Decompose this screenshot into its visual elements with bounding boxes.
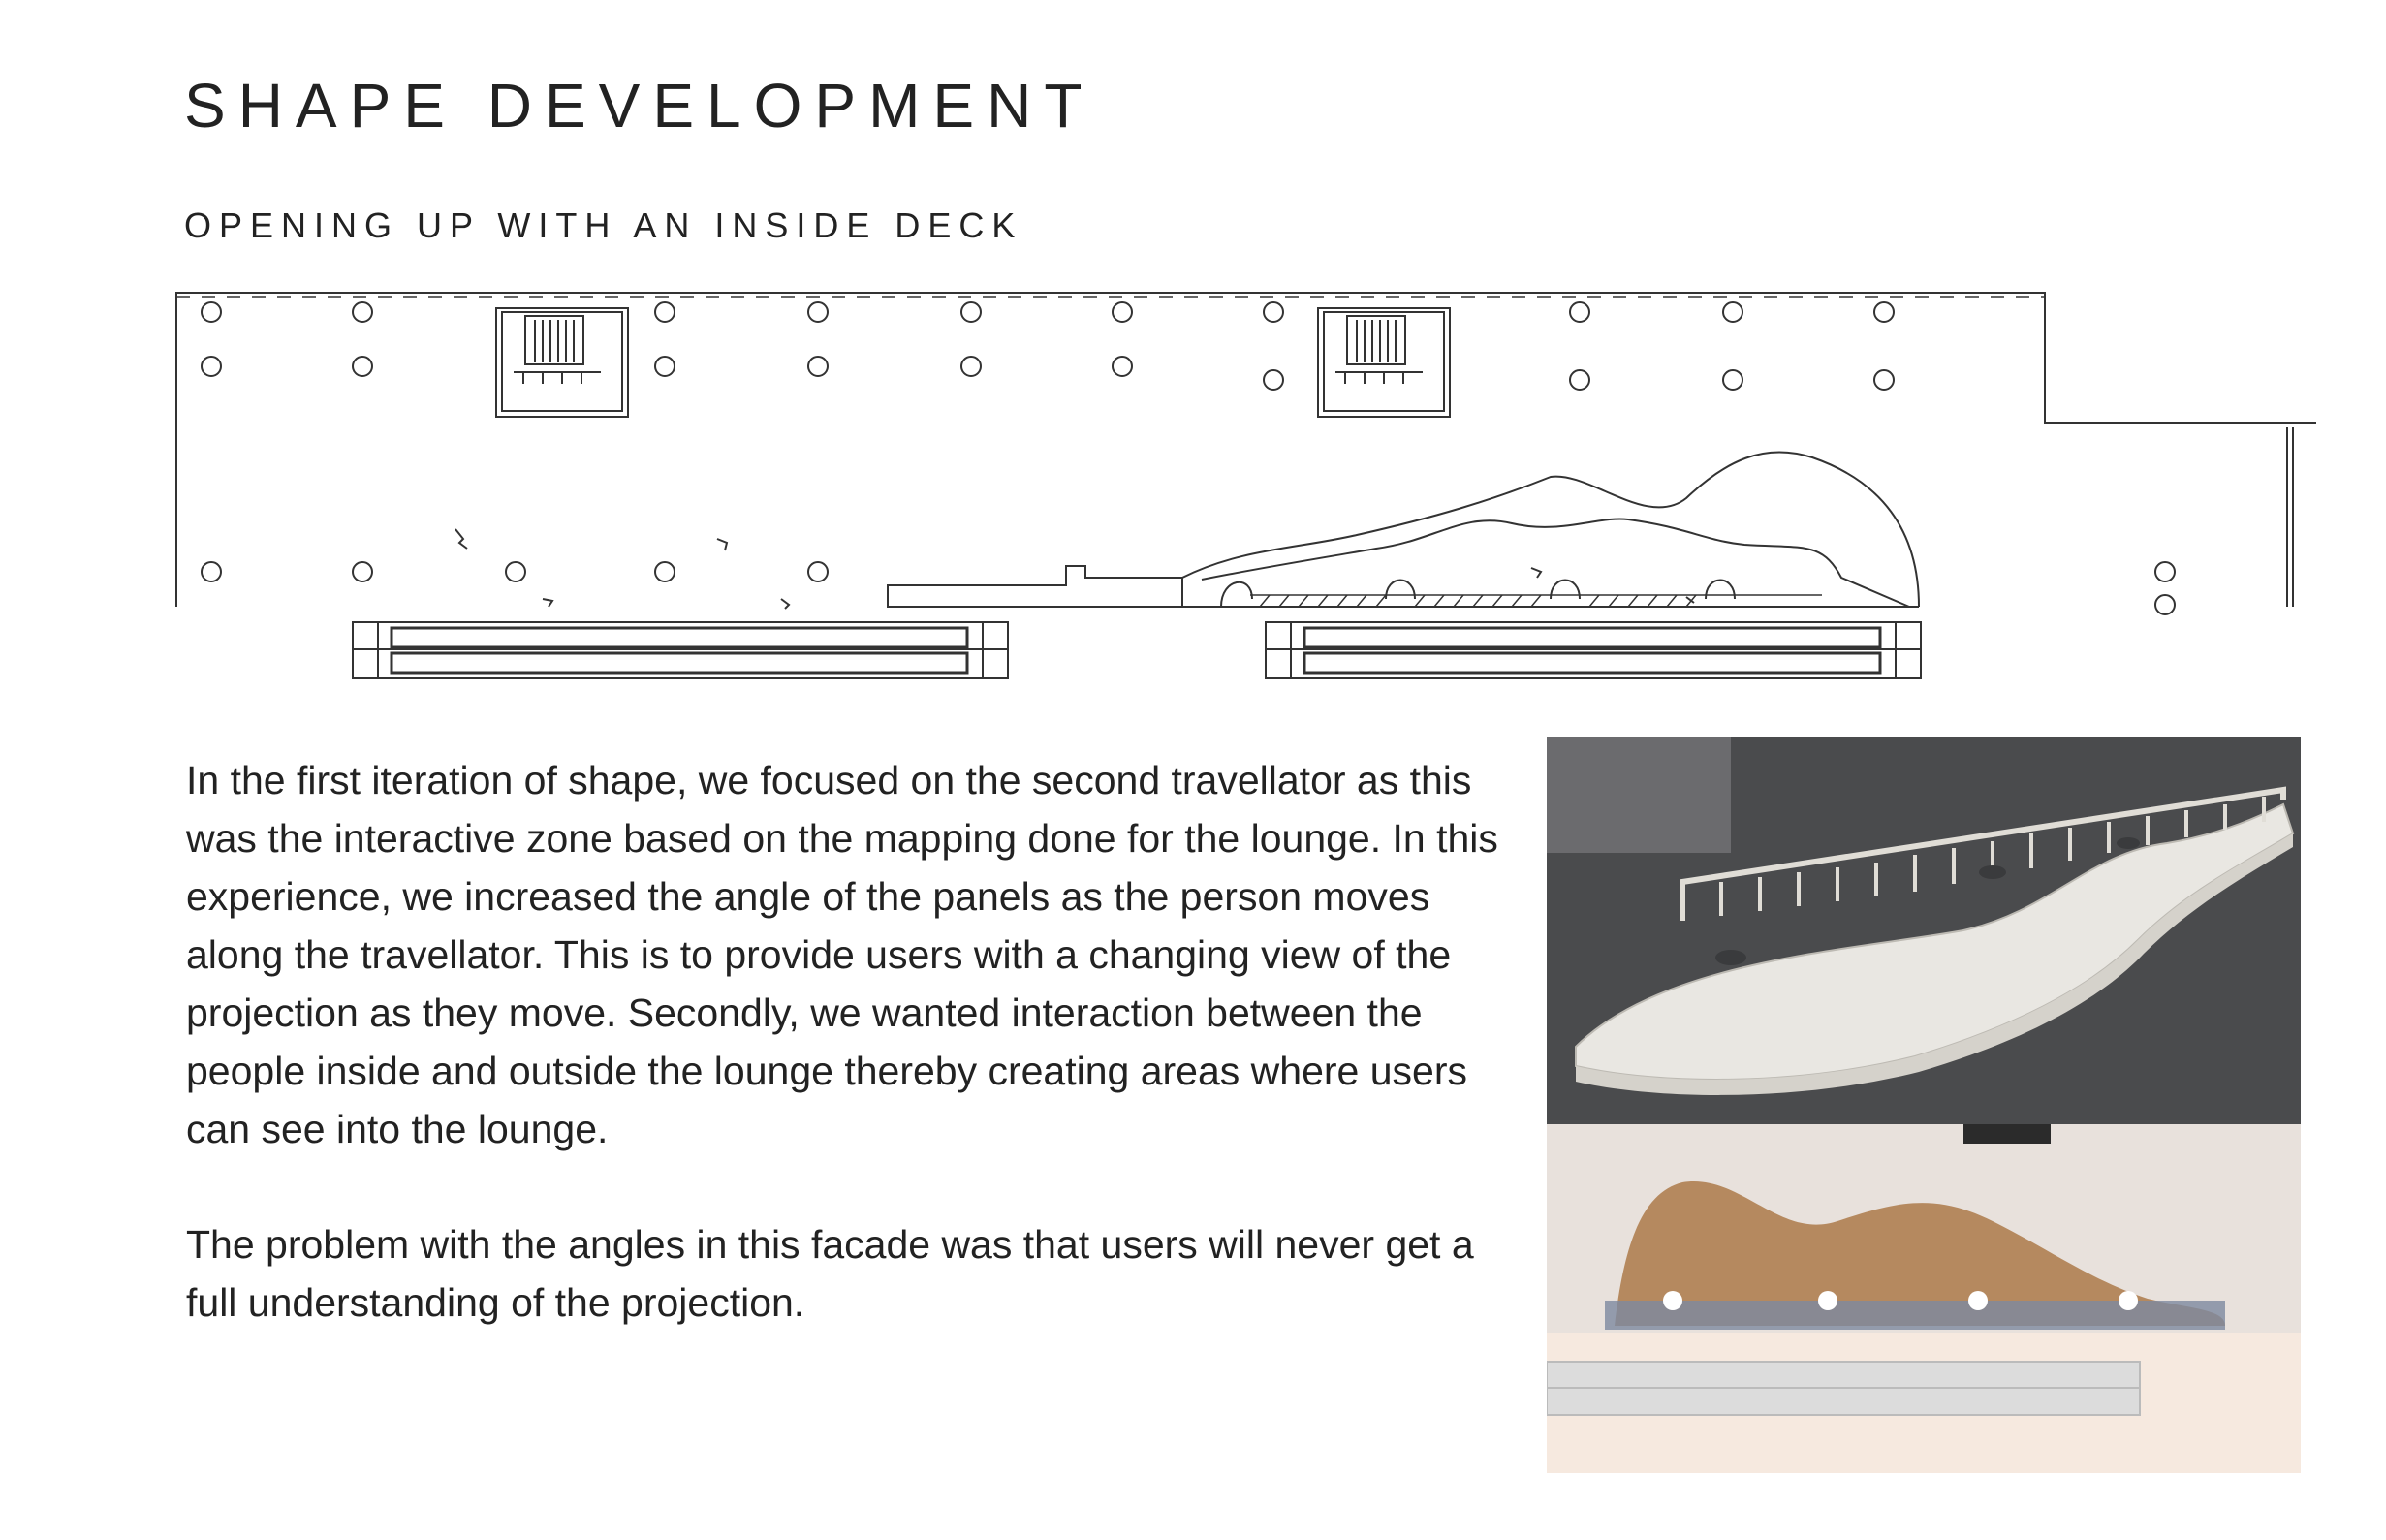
description-text: In the first iteration of shape, we focu… [186, 751, 1504, 1389]
render-image [1547, 1124, 2301, 1473]
floor-plan-drawing [174, 287, 2326, 694]
page-title: SHAPE DEVELOPMENT [184, 71, 1095, 141]
column-grid [201, 301, 2176, 615]
paragraph-1: In the first iteration of shape, we focu… [186, 758, 1498, 1151]
travellator-2 [1265, 621, 1922, 679]
model-photo-and-render [1547, 737, 2301, 1473]
travellator-1 [352, 621, 1009, 679]
model-photo [1547, 737, 2301, 1124]
page-subtitle: OPENING UP WITH AN INSIDE DECK [184, 205, 1023, 245]
paragraph-2: The problem with the angles in this faca… [186, 1222, 1474, 1325]
